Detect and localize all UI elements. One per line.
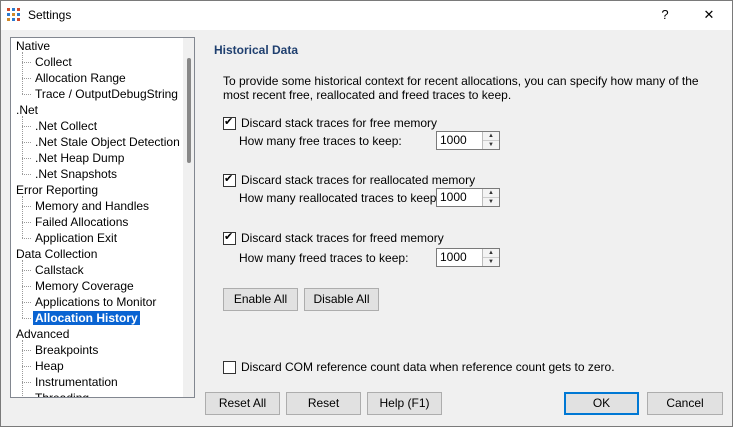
tree-item[interactable]: Failed Allocations (21, 214, 130, 230)
spin-up-icon[interactable]: ▲ (483, 249, 499, 258)
tree-group[interactable]: .Net (14, 102, 40, 118)
tree-item-label: Failed Allocations (35, 215, 129, 229)
tree-item-label: Applications to Monitor (35, 295, 157, 309)
com-discard-checkbox[interactable] (223, 361, 236, 374)
tree-group-label: Data Collection (16, 247, 98, 261)
freed-discard-checkbox[interactable] (223, 230, 236, 245)
close-icon[interactable]: ✕ (695, 5, 723, 25)
spin-down-icon[interactable]: ▼ (483, 258, 499, 266)
tree-item[interactable]: .Net Heap Dump (21, 150, 126, 166)
realloc-count-spin-buttons[interactable]: ▲ ▼ (482, 189, 499, 206)
tree-item-label: Instrumentation (35, 375, 118, 389)
reset-button[interactable]: Reset (286, 392, 361, 415)
tree-item[interactable]: .Net Collect (21, 118, 99, 134)
cancel-button[interactable]: Cancel (647, 392, 723, 415)
spin-down-icon[interactable]: ▼ (483, 141, 499, 149)
tree-item-label: Callstack (35, 263, 84, 277)
tree-scrollbar[interactable] (183, 38, 194, 397)
tree-item[interactable]: Callstack (22, 262, 86, 278)
ok-button[interactable]: OK (564, 392, 639, 415)
tree-item-label: Allocation Range (35, 71, 126, 85)
tree-group-label: Advanced (16, 327, 70, 341)
tree-connector-line (22, 196, 23, 238)
tree-item[interactable]: Memory Coverage (22, 278, 136, 294)
tree-item[interactable]: Instrumentation (22, 374, 120, 390)
tree-item-label: Memory and Handles (35, 199, 150, 213)
tree-item[interactable]: Application Exit (21, 230, 119, 246)
spin-down-icon[interactable]: ▼ (483, 198, 499, 206)
tree-item-label: Heap (35, 359, 64, 373)
com-discard-label[interactable]: Discard COM reference count data when re… (241, 360, 615, 374)
free-count-spin-buttons[interactable]: ▲ ▼ (482, 132, 499, 149)
tree-group[interactable]: Native (14, 38, 52, 54)
tree-item[interactable]: Trace / OutputDebugString (22, 86, 180, 102)
tree-item[interactable]: Applications to Monitor (21, 294, 158, 310)
window-title: Settings (28, 8, 72, 22)
tree-group-label: Native (16, 39, 51, 53)
help-button[interactable]: Help (F1) (367, 392, 442, 415)
tree-item[interactable]: Memory and Handles (21, 198, 151, 214)
tree-item-label: Memory Coverage (35, 279, 134, 293)
tree-item[interactable]: Heap (22, 358, 66, 374)
tree-group-label: .Net (16, 103, 39, 117)
tree-content: Native Collect Allocation Range Trace / Out… (11, 38, 183, 397)
tree-connector-line (22, 260, 23, 318)
realloc-count-value[interactable]: 1000 (440, 190, 467, 204)
tree-group[interactable]: Data Collection (14, 246, 99, 262)
tree-scroll-thumb[interactable] (187, 58, 191, 163)
tree-item-label: .Net Stale Object Detection (35, 135, 180, 149)
freed-count-value[interactable]: 1000 (440, 250, 467, 264)
reset-all-button[interactable]: Reset All (205, 392, 280, 415)
freed-count-spinner[interactable]: 1000 ▲ ▼ (436, 248, 500, 267)
tree-item-label: Allocation History (33, 311, 140, 325)
tree-item-label: Trace / OutputDebugString (35, 87, 178, 101)
tree-item-label: Collect (35, 55, 72, 69)
tree-item[interactable]: Breakpoints (21, 342, 100, 358)
tree-item-label: Threading (35, 391, 90, 398)
settings-tree[interactable]: Native Collect Allocation Range Trace / Out… (10, 37, 195, 398)
realloc-discard-label[interactable]: Discard stack traces for reallocated mem… (241, 173, 475, 187)
free-count-label: How many free traces to keep: (239, 134, 402, 148)
tree-item-label: .Net Collect (35, 119, 98, 133)
tree-item-label: Breakpoints (35, 343, 99, 357)
panel-title: Historical Data (214, 43, 299, 57)
tree-item[interactable]: .Net Stale Object Detection (22, 134, 182, 150)
freed-discard-label[interactable]: Discard stack traces for freed memory (241, 231, 444, 245)
tree-item[interactable]: Allocation History (22, 310, 140, 326)
free-count-value[interactable]: 1000 (440, 133, 467, 147)
free-discard-checkbox[interactable] (223, 115, 236, 130)
settings-window: Settings ? ✕ Native Collect Allocation Ran… (0, 0, 733, 427)
tree-item[interactable]: Allocation Range (22, 70, 128, 86)
realloc-count-label: How many reallocated traces to keep: (239, 191, 440, 205)
title-bar: Settings ? ✕ (1, 1, 732, 30)
settings-app-icon (7, 8, 20, 21)
panel-description: To provide some historical context for r… (223, 74, 699, 102)
tree-item[interactable]: Collect (22, 54, 74, 70)
disable-all-button[interactable]: Disable All (304, 288, 379, 311)
free-discard-label[interactable]: Discard stack traces for free memory (241, 116, 437, 130)
tree-item-label: .Net Snapshots (35, 167, 118, 181)
tree-connector-line (22, 116, 23, 174)
tree-item-label: Application Exit (35, 231, 118, 245)
realloc-discard-checkbox[interactable] (223, 172, 236, 187)
tree-item-label: .Net Heap Dump (35, 151, 125, 165)
tree-connector-line (22, 52, 23, 94)
freed-count-spin-buttons[interactable]: ▲ ▼ (482, 249, 499, 266)
tree-item[interactable]: .Net Snapshots (21, 166, 119, 182)
tree-group-label: Error Reporting (16, 183, 99, 197)
help-title-button[interactable]: ? (651, 5, 679, 25)
tree-connector-line (22, 340, 23, 397)
free-count-spinner[interactable]: 1000 ▲ ▼ (436, 131, 500, 150)
spin-up-icon[interactable]: ▲ (483, 132, 499, 141)
enable-all-button[interactable]: Enable All (223, 288, 298, 311)
spin-up-icon[interactable]: ▲ (483, 189, 499, 198)
tree-group[interactable]: Error Reporting (14, 182, 100, 198)
freed-count-label: How many freed traces to keep: (239, 251, 409, 265)
tree-item[interactable]: Threading (33, 390, 91, 398)
realloc-count-spinner[interactable]: 1000 ▲ ▼ (436, 188, 500, 207)
